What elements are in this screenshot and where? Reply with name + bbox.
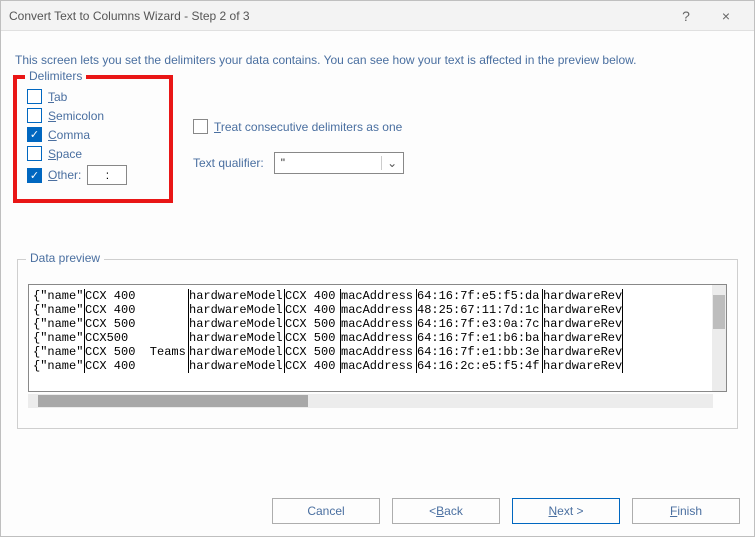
- chevron-down-icon: ⌄: [381, 156, 403, 170]
- close-button[interactable]: ×: [706, 8, 746, 24]
- dialog-title: Convert Text to Columns Wizard - Step 2 …: [9, 9, 666, 23]
- back-button[interactable]: < Back: [392, 498, 500, 524]
- treat-consecutive-label[interactable]: Treat consecutive delimiters as one: [214, 120, 402, 134]
- other-input[interactable]: [87, 165, 127, 185]
- other-checkbox[interactable]: ✓: [27, 168, 42, 183]
- data-preview-box: {"name"CCX 400hardwareModelCCX 400macAdd…: [28, 284, 727, 392]
- tab-label[interactable]: Tab: [48, 90, 67, 104]
- space-label[interactable]: Space: [48, 147, 82, 161]
- delimiters-group: Delimiters Tab Semicolon ✓ Comma Space: [13, 75, 173, 203]
- text-qualifier-select[interactable]: " ⌄: [274, 152, 404, 174]
- comma-checkbox[interactable]: ✓: [27, 127, 42, 142]
- description-text: This screen lets you set the delimiters …: [15, 53, 742, 67]
- horizontal-scroll-thumb[interactable]: [38, 395, 308, 407]
- wizard-dialog: Convert Text to Columns Wizard - Step 2 …: [0, 0, 755, 537]
- finish-button[interactable]: Finish: [632, 498, 740, 524]
- horizontal-scrollbar[interactable]: [28, 394, 713, 408]
- treat-consecutive-checkbox[interactable]: [193, 119, 208, 134]
- delimiter-options: Treat consecutive delimiters as one Text…: [193, 75, 404, 182]
- next-button[interactable]: Next >: [512, 498, 620, 524]
- data-preview-content: {"name"CCX 400hardwareModelCCX 400macAdd…: [29, 285, 726, 373]
- text-qualifier-label: Text qualifier:: [193, 156, 264, 170]
- vertical-scroll-thumb[interactable]: [713, 295, 725, 329]
- dialog-content: This screen lets you set the delimiters …: [1, 31, 754, 429]
- dialog-buttons: Cancel < Back Next > Finish: [272, 498, 740, 524]
- titlebar: Convert Text to Columns Wizard - Step 2 …: [1, 1, 754, 31]
- tab-checkbox[interactable]: [27, 89, 42, 104]
- space-checkbox[interactable]: [27, 146, 42, 161]
- vertical-scrollbar[interactable]: [712, 285, 726, 391]
- delimiters-legend: Delimiters: [25, 69, 86, 83]
- other-label[interactable]: Other:: [48, 168, 81, 182]
- cancel-button[interactable]: Cancel: [272, 498, 380, 524]
- comma-label[interactable]: Comma: [48, 128, 90, 142]
- data-preview-legend: Data preview: [26, 251, 104, 265]
- semicolon-label[interactable]: Semicolon: [48, 109, 104, 123]
- semicolon-checkbox[interactable]: [27, 108, 42, 123]
- help-button[interactable]: ?: [666, 8, 706, 24]
- data-preview-group: Data preview {"name"CCX 400hardwareModel…: [17, 259, 738, 429]
